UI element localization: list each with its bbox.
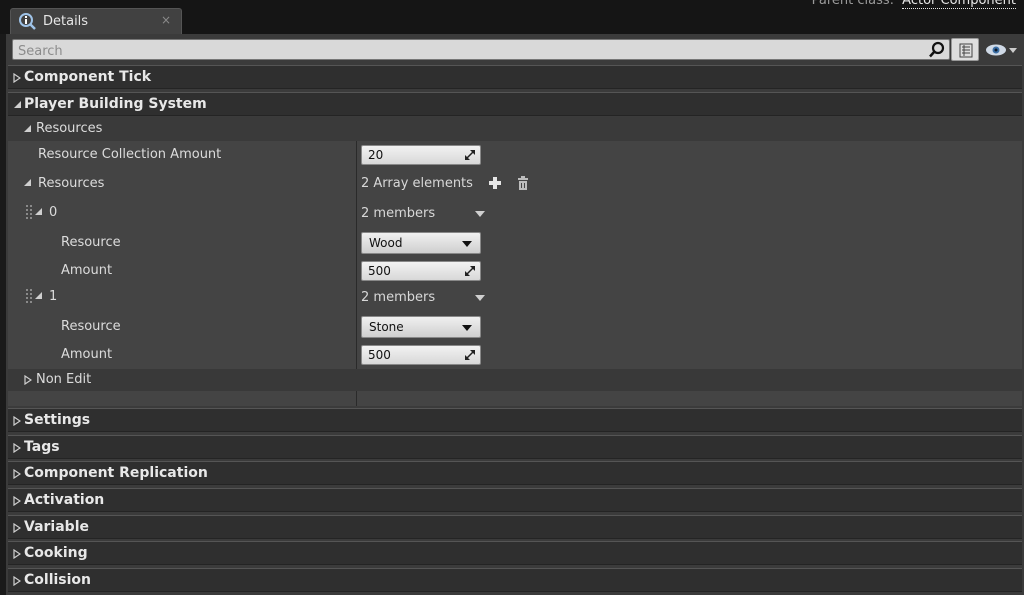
search-icon[interactable] [928, 41, 946, 59]
drag-handle-icon[interactable] [26, 289, 32, 303]
expand-arrow-icon [13, 523, 21, 533]
category-variable[interactable]: Variable [8, 515, 1022, 539]
category-label: Tags [24, 439, 60, 455]
amount-field-1[interactable]: 500 [361, 345, 481, 365]
expand-arrow-icon [13, 469, 21, 479]
spin-drag-icon [465, 266, 475, 276]
delete-all-icon[interactable] [516, 176, 530, 190]
category-label: Collision [24, 572, 92, 588]
members-summary: 2 members [361, 290, 436, 305]
search-row [6, 34, 1024, 64]
spin-drag-icon [465, 150, 475, 160]
resource-label: Resource [61, 319, 121, 334]
tab-label: Details [43, 14, 89, 29]
expand-arrow-icon [13, 416, 21, 426]
resource-collection-label: Resource Collection Amount [38, 147, 222, 162]
collapse-arrow-icon [24, 125, 31, 132]
amount-label: Amount [61, 347, 113, 362]
collapse-arrow-icon[interactable] [35, 292, 43, 300]
chevron-down-icon [462, 325, 472, 331]
subcategory-non-edit[interactable]: Non Edit [8, 369, 1022, 391]
player-building-system-properties: Resources Resource Collection Amount 20 … [8, 117, 1022, 406]
parent-class-label: Parent class: [811, 0, 895, 8]
tab-bar: Parent class: Actor Component Details × [0, 0, 1024, 34]
property-matrix-icon [959, 43, 973, 58]
amount-label: Amount [61, 263, 113, 278]
category-player-building-system[interactable]: Player Building System [8, 92, 1022, 116]
resources-array-label: Resources [38, 176, 105, 191]
field-value: 500 [368, 264, 391, 278]
spin-drag-icon [465, 350, 475, 360]
category-tags[interactable]: Tags [8, 435, 1022, 459]
category-label: Activation [24, 492, 105, 508]
subcategory-label: Resources [36, 121, 103, 136]
drag-handle-icon[interactable] [26, 205, 32, 219]
resource-label: Resource [61, 235, 121, 250]
chevron-down-icon[interactable] [475, 211, 485, 217]
details-info-icon [19, 13, 36, 30]
category-label: Settings [24, 412, 91, 428]
field-value: 500 [368, 348, 391, 362]
category-label: Cooking [24, 545, 88, 561]
chevron-down-icon [462, 241, 472, 247]
combo-value: Stone [369, 320, 404, 334]
category-cooking[interactable]: Cooking [8, 541, 1022, 565]
collapse-arrow-icon [14, 101, 21, 108]
members-summary: 2 members [361, 206, 436, 221]
chevron-down-icon[interactable] [475, 295, 485, 301]
resource-combo-0[interactable]: Wood [361, 232, 481, 254]
collapse-arrow-icon[interactable] [35, 208, 43, 216]
subcategory-label: Non Edit [36, 372, 92, 387]
category-label: Variable [24, 519, 89, 535]
expand-arrow-icon [13, 576, 21, 586]
array-count: 2 Array elements [361, 176, 473, 191]
add-element-icon[interactable] [488, 176, 502, 190]
category-component-tick[interactable]: Component Tick [8, 65, 1022, 89]
expand-arrow-icon [13, 73, 21, 83]
category-activation[interactable]: Activation [8, 488, 1022, 512]
amount-field-0[interactable]: 500 [361, 261, 481, 281]
subcategory-resources[interactable]: Resources [8, 117, 1022, 141]
close-icon[interactable]: × [161, 13, 171, 27]
tab-details[interactable]: Details × [10, 8, 182, 34]
resource-combo-1[interactable]: Stone [361, 316, 481, 338]
category-label: Player Building System [24, 96, 207, 112]
category-label: Component Tick [24, 69, 152, 85]
category-component-replication[interactable]: Component Replication [8, 461, 1022, 485]
column-divider[interactable] [356, 141, 357, 406]
expand-arrow-icon [13, 549, 21, 559]
expand-arrow-icon [24, 375, 32, 385]
search-input[interactable] [13, 42, 913, 61]
parent-class-readout: Parent class: Actor Component [811, 0, 1016, 9]
expand-arrow-icon [13, 443, 21, 453]
expand-arrow-icon [13, 496, 21, 506]
details-panel: Component Tick Player Building System Re… [6, 34, 1024, 595]
parent-class-link[interactable]: Actor Component [902, 0, 1016, 9]
search-box [12, 39, 950, 61]
view-options-eye-icon[interactable] [984, 42, 1020, 58]
category-label: Component Replication [24, 465, 208, 481]
property-matrix-button[interactable] [951, 38, 979, 61]
element-index: 0 [49, 205, 58, 220]
resource-collection-amount-field[interactable]: 20 [361, 145, 481, 165]
field-value: 20 [368, 148, 384, 162]
combo-value: Wood [369, 236, 403, 250]
collapse-arrow-icon[interactable] [24, 179, 32, 187]
element-index: 1 [49, 289, 58, 304]
category-collision[interactable]: Collision [8, 568, 1022, 592]
category-settings[interactable]: Settings [8, 408, 1022, 432]
